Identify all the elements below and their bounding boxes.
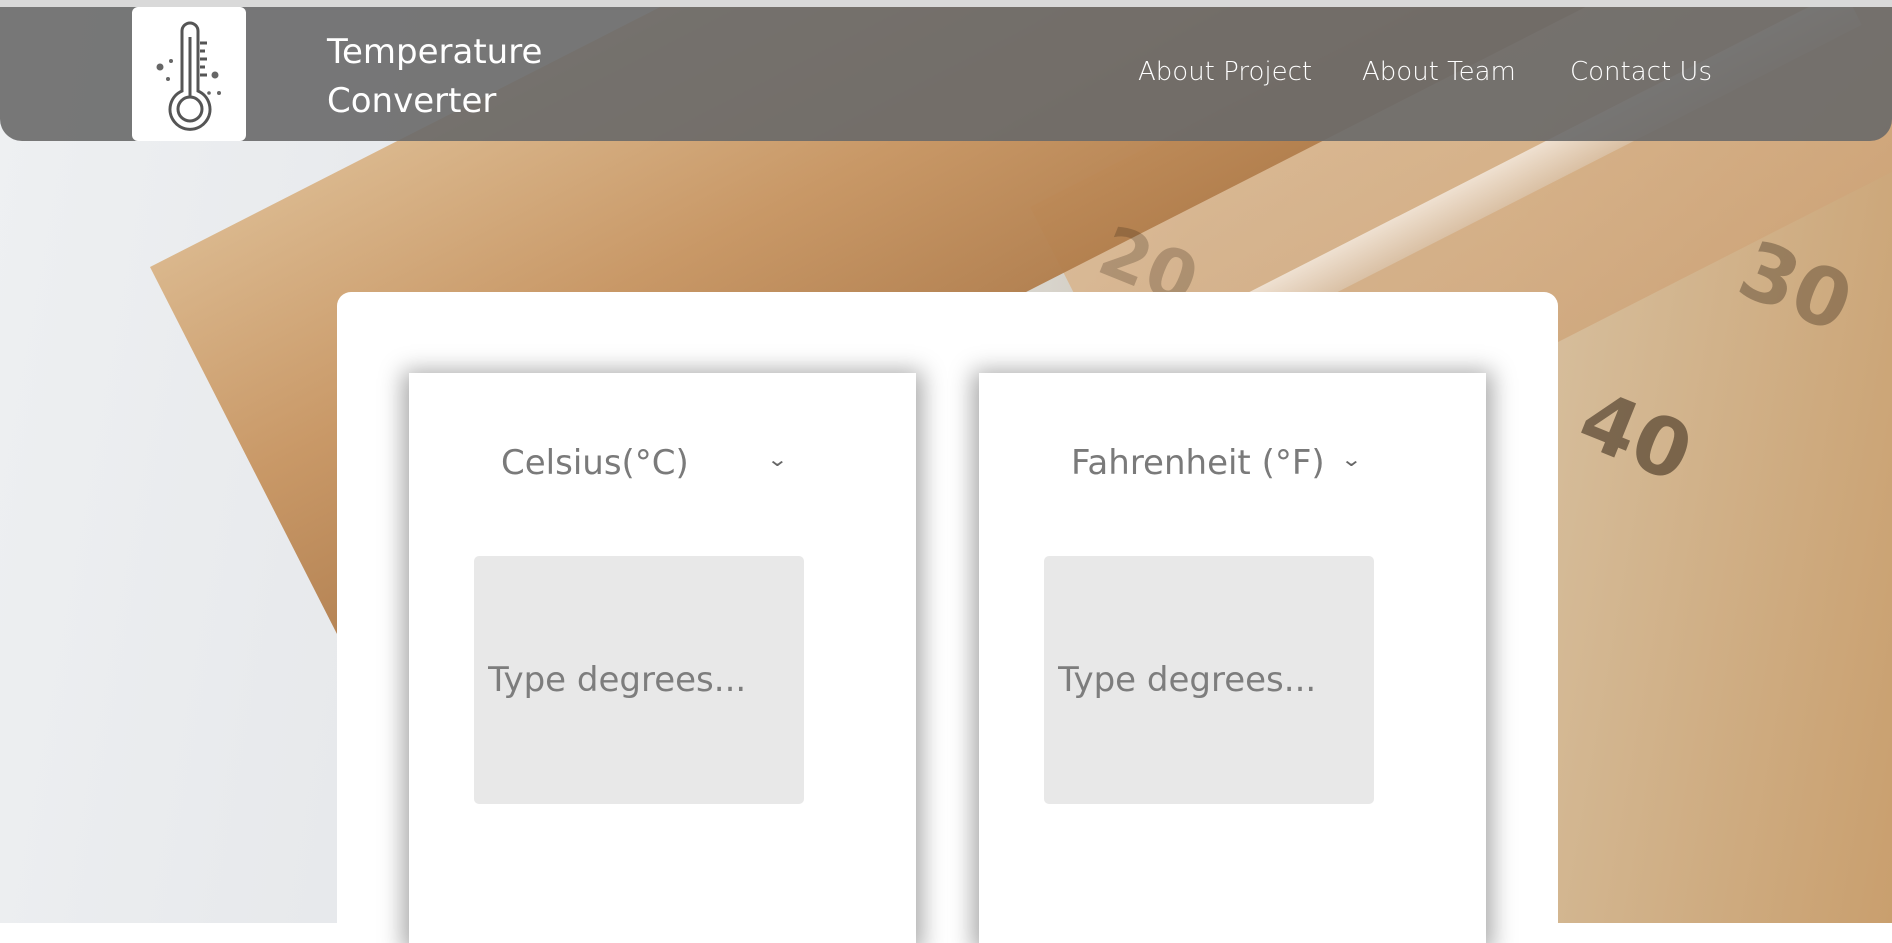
celsius-panel: Celsius(°C) ⌄ (409, 373, 916, 943)
brand-title-line1: Temperature (327, 32, 543, 72)
fahrenheit-panel: Fahrenheit (°F) ⌄ (979, 373, 1486, 943)
unit-select-label: Celsius(°C) (501, 443, 689, 483)
brand-title-line2: Converter (327, 81, 497, 121)
unit-select-label: Fahrenheit (°F) (1071, 443, 1325, 483)
unit-select-right[interactable]: Fahrenheit (°F) ⌄ (1071, 443, 1371, 493)
browser-top-border (0, 0, 1892, 7)
nav-about-project[interactable]: About Project (1138, 57, 1312, 87)
chevron-down-icon: ⌄ (1340, 447, 1363, 471)
fahrenheit-degrees-input[interactable] (1044, 556, 1374, 804)
unit-select-left[interactable]: Celsius(°C) ⌄ (501, 443, 801, 493)
chevron-down-icon: ⌄ (766, 447, 789, 471)
nav-about-team[interactable]: About Team (1362, 57, 1516, 87)
brand-title[interactable]: Temperature Converter (327, 28, 542, 126)
celsius-degrees-input[interactable] (474, 556, 804, 804)
logo[interactable] (132, 7, 246, 141)
thermometer-icon (156, 21, 221, 131)
nav-contact-us[interactable]: Contact Us (1570, 57, 1712, 87)
